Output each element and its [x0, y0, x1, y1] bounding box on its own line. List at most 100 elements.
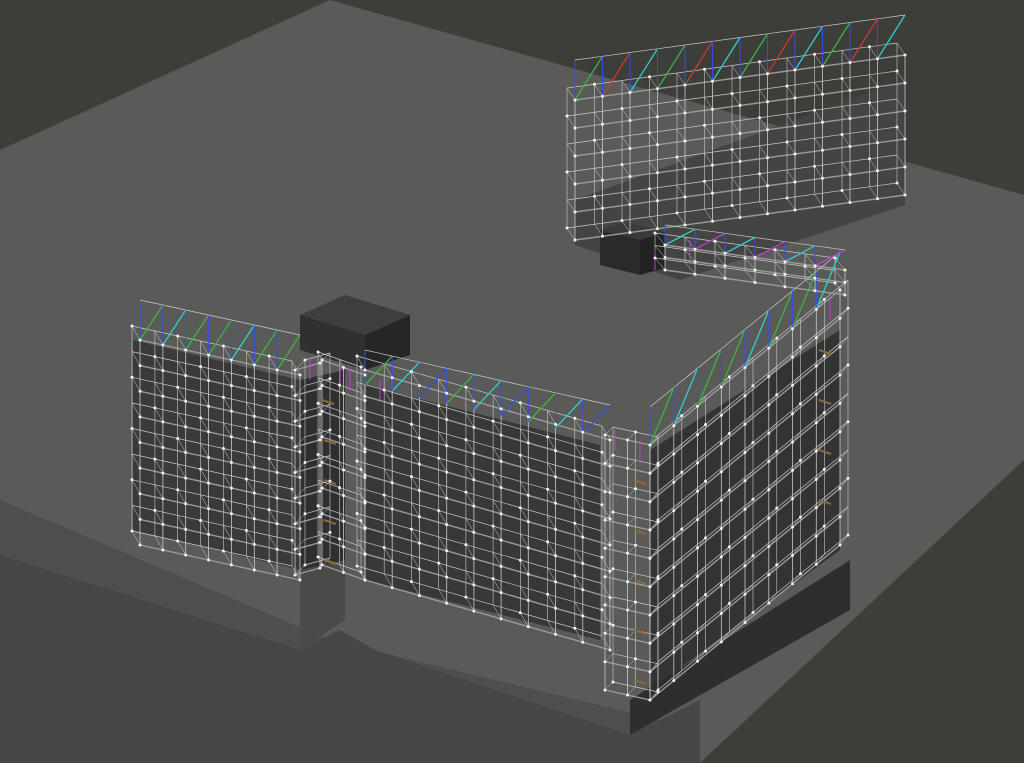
scaffold-node [499, 407, 503, 411]
scaffold-node [445, 575, 449, 579]
scaffold-node [603, 433, 607, 437]
scaffold-node [751, 611, 755, 614]
3d-viewport[interactable] [0, 0, 1024, 763]
scaffold-node [840, 133, 844, 136]
scaffold-node [229, 358, 233, 362]
scaffold-node [554, 527, 558, 531]
scaffold-node [628, 231, 632, 234]
scaffold-node [526, 572, 530, 576]
scaffold-node [184, 553, 188, 557]
scaffold-node [693, 272, 697, 276]
scaffold-node [903, 81, 907, 85]
scaffold-node [903, 109, 907, 113]
scaffold-node [791, 327, 794, 331]
scaffold-node [464, 543, 468, 547]
scaffold-node [464, 438, 468, 442]
scaffold-node [298, 552, 302, 556]
scaffold-node [785, 196, 789, 200]
scaffold-node [719, 555, 723, 559]
scaffold-node [293, 445, 297, 449]
scaffold-node [338, 383, 341, 387]
scaffold-node [275, 471, 279, 474]
scaffold-node [221, 549, 225, 553]
scaffold-node [663, 256, 667, 259]
scaffold-node [199, 416, 203, 420]
scaffold-node [653, 256, 657, 260]
scaffold-node [848, 89, 852, 92]
scaffold-node [814, 506, 818, 510]
scaffold-node [634, 657, 637, 661]
scaffold-node [628, 91, 632, 94]
scaffold-node [355, 512, 359, 515]
scaffold-transom [759, 61, 768, 74]
scaffold-node [696, 461, 699, 465]
scaffold-node [472, 478, 476, 482]
scaffold-node [342, 494, 345, 498]
scaffold-node [565, 226, 569, 230]
scaffold-3d-model[interactable] [0, 0, 1024, 763]
scaffold-node [719, 640, 723, 644]
scaffold-node [184, 374, 188, 378]
scaffold-node [648, 187, 651, 191]
scaffold-node [758, 60, 761, 64]
scaffold-node [603, 660, 607, 664]
scaffold-node [267, 405, 271, 409]
scaffold-node [207, 456, 211, 459]
scaffold-node [138, 338, 142, 342]
scaffold-node [316, 350, 320, 354]
scaffold-node [766, 156, 769, 160]
scaffold-node [628, 119, 632, 122]
scaffold-node [611, 510, 615, 514]
scaffold-node [318, 438, 322, 442]
scaffold-node [821, 64, 824, 68]
scaffold-node [683, 111, 687, 115]
scaffold-node [244, 426, 248, 430]
scaffold-node [382, 546, 386, 549]
scaffold-node [903, 137, 907, 141]
scaffold-node [318, 540, 322, 544]
scaffold-node [711, 219, 714, 223]
scaffold-node [608, 517, 612, 521]
scaffold-node [221, 447, 225, 450]
scaffold-node [719, 583, 723, 587]
scaffold-transom [841, 50, 851, 63]
scaffold-guardrail [602, 52, 631, 57]
scaffold-node [267, 508, 271, 512]
scaffold-node [713, 239, 717, 243]
scaffold-node [680, 584, 684, 588]
scaffold-brace [794, 25, 824, 71]
scaffold-guardrail [794, 25, 823, 31]
scaffold-node [573, 126, 577, 130]
scaffold-node [303, 358, 307, 362]
scaffold-node [342, 391, 345, 395]
scaffold-node [338, 486, 341, 490]
scaffold-node [161, 497, 165, 501]
scaffold-node [766, 212, 769, 216]
scaffold-transom [786, 57, 796, 71]
scaffold-node [696, 546, 699, 550]
scaffold-node [626, 580, 629, 584]
scaffold-node [355, 564, 359, 568]
scaffold-node [793, 152, 797, 156]
scaffold-node [711, 79, 714, 83]
scaffold-guardrail [574, 55, 603, 61]
scaffold-node [199, 467, 203, 471]
scaffold-node [472, 583, 476, 587]
scaffold-node [833, 256, 837, 260]
scaffold-node [546, 435, 550, 439]
scaffold-node [766, 128, 769, 132]
scaffold-node [207, 507, 211, 511]
scaffold-node [207, 353, 211, 357]
scaffold-node [822, 524, 826, 528]
scaffold-node [445, 523, 449, 527]
scaffold-node [753, 256, 757, 259]
scaffold-node [320, 512, 324, 516]
scaffold-node [608, 648, 612, 652]
scaffold-node [767, 488, 771, 492]
scaffold-node [601, 122, 604, 126]
scaffold-node [138, 364, 142, 368]
scaffold-node [526, 467, 530, 471]
scaffold-node [683, 83, 687, 87]
scaffold-node [656, 143, 659, 147]
scaffold-node [767, 516, 771, 520]
